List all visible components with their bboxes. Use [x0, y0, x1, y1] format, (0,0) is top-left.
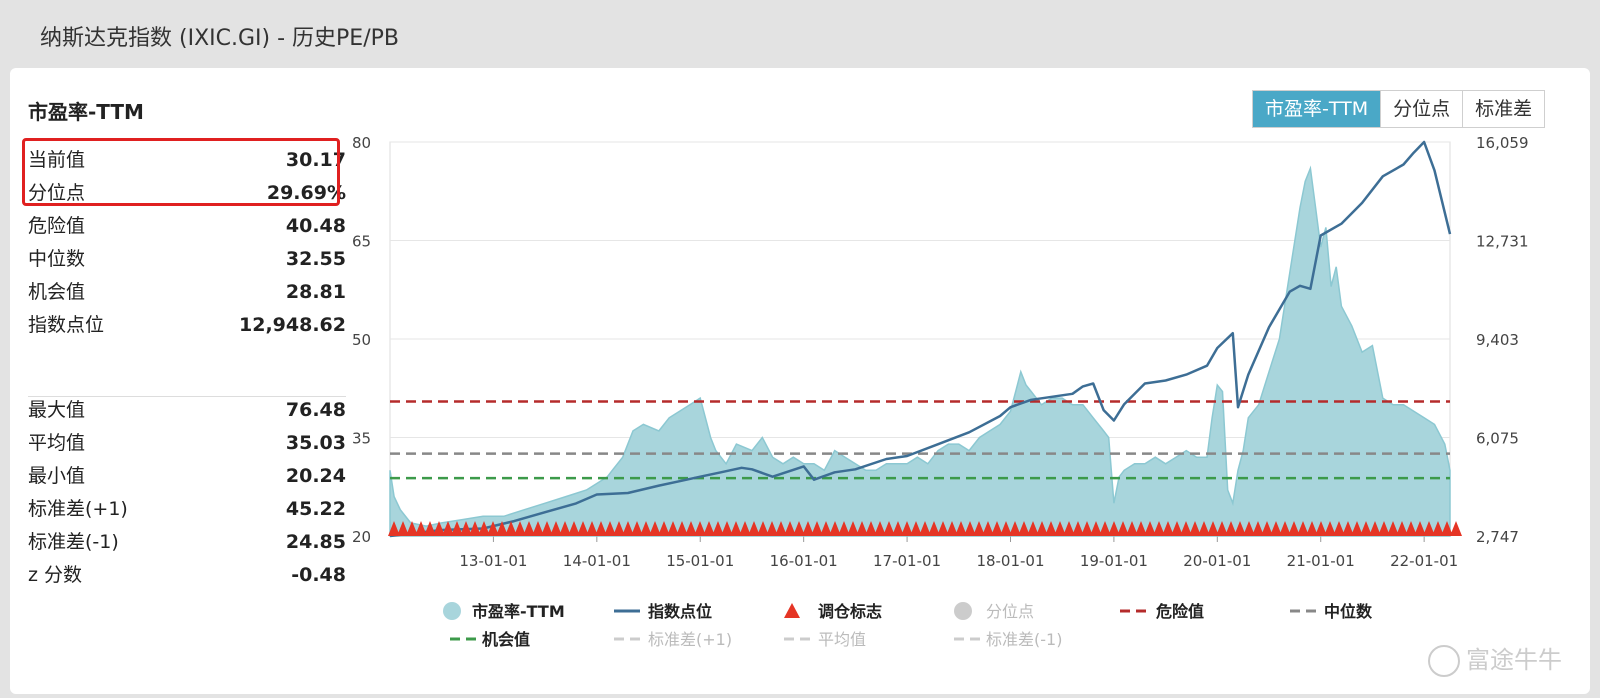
y-right-tick: 12,731 [1476, 233, 1529, 251]
x-tick-label: 21-01-01 [1287, 552, 1355, 570]
y-right-tick: 6,075 [1476, 430, 1519, 448]
legend-index-label: 指数点位 [648, 602, 712, 621]
legend-percentile-icon [954, 602, 972, 620]
x-tick-label: 14-01-01 [563, 552, 631, 570]
legend-opportunity-label: 机会值 [482, 630, 530, 649]
pe-chart: 80 65 50 35 20 16,059 12,731 9,403 6,075 2,747 13-… [352, 134, 1529, 649]
legend-rebalance-label: 调仓标志 [818, 602, 882, 621]
legend-rebalance-icon [784, 603, 800, 618]
x-tick-label: 15-01-01 [666, 552, 734, 570]
x-tick-label: 13-01-01 [459, 552, 527, 570]
legend-median-label: 中位数 [1324, 602, 1373, 621]
legend-std-minus-label: 标准差(-1) [986, 630, 1062, 649]
y-left-tick: 35 [352, 430, 371, 448]
legend-pe-ttm-icon [443, 602, 461, 620]
series-pe-ttm-area [389, 165, 1451, 537]
rebalance-marker [1450, 521, 1462, 536]
y-left-tick: 80 [352, 134, 371, 152]
x-tick-label: 19-01-01 [1080, 552, 1148, 570]
y-left-tick: 65 [352, 233, 371, 251]
x-tick-label: 22-01-01 [1390, 552, 1458, 570]
x-tick-label: 16-01-01 [770, 552, 838, 570]
y-right-tick: 2,747 [1476, 528, 1519, 546]
y-right-tick: 9,403 [1476, 331, 1519, 349]
x-tick-label: 17-01-01 [873, 552, 941, 570]
legend-pe-ttm-label: 市盈率-TTM [472, 602, 565, 621]
legend-std-plus-label: 标准差(+1) [648, 630, 732, 649]
y-right-tick: 16,059 [1476, 134, 1529, 152]
y-left-tick: 20 [352, 528, 371, 546]
legend-percentile-label: 分位点 [986, 602, 1034, 621]
legend-danger-label: 危险值 [1156, 602, 1204, 621]
y-left-tick: 50 [352, 331, 371, 349]
x-tick-label: 20-01-01 [1183, 552, 1251, 570]
x-tick-label: 18-01-01 [976, 552, 1044, 570]
legend-mean-label: 平均值 [818, 630, 866, 649]
